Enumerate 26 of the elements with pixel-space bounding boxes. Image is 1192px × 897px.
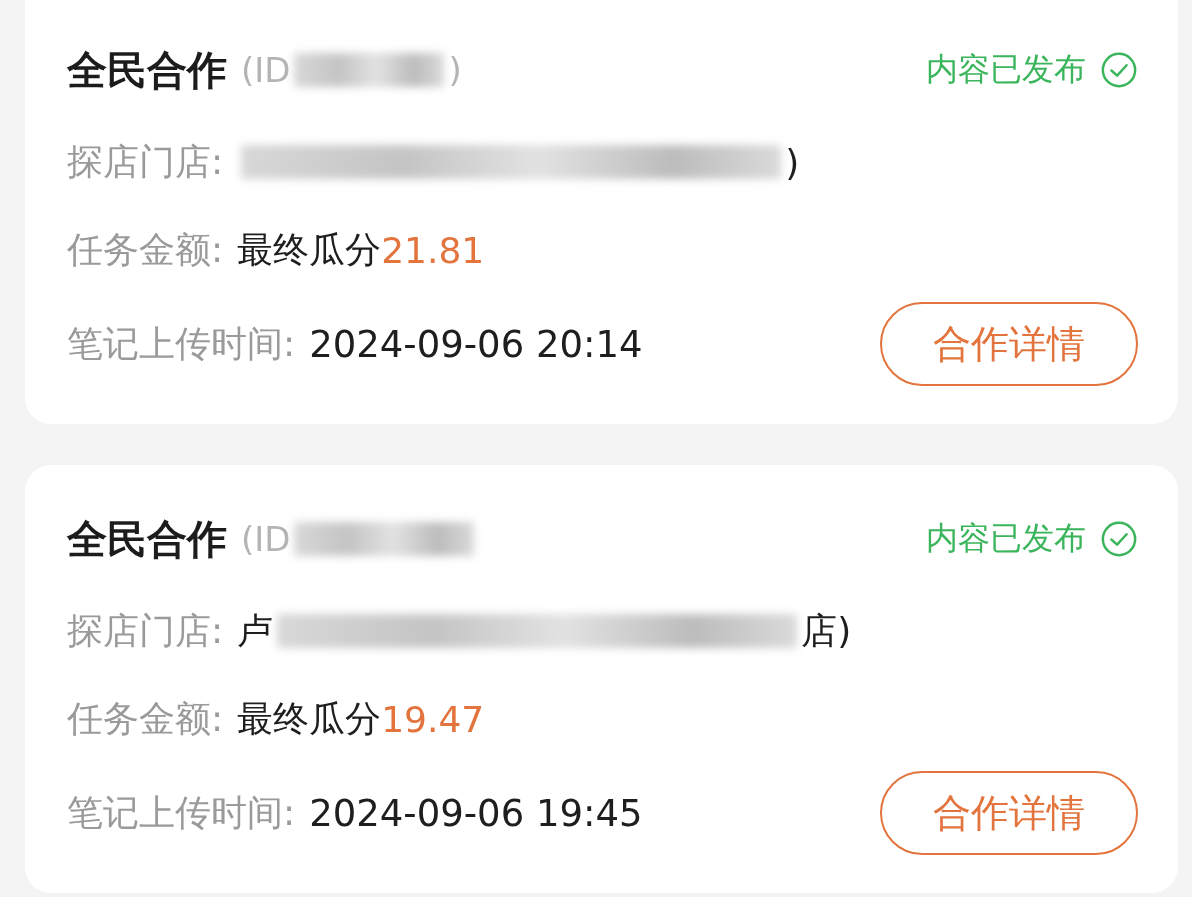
details-button[interactable]: 合作详情 (880, 302, 1138, 386)
field-label: 探店门店: (67, 608, 224, 653)
field-label: 笔记上传时间: (67, 790, 296, 835)
details-button[interactable]: 合作详情 (880, 771, 1138, 855)
status-text: 内容已发布 (926, 518, 1086, 559)
field-label: 任务金额: (67, 227, 224, 272)
card-title: 全民合作 (67, 45, 227, 95)
store-name: 卢 (237, 608, 274, 653)
check-circle-icon (1100, 520, 1138, 558)
field-label: 任务金额: (67, 696, 224, 741)
upload-time: 2024-09-06 20:14 (309, 322, 643, 366)
status-text: 内容已发布 (926, 49, 1086, 90)
amount-text: 最终瓜分 (237, 696, 382, 741)
upload-time: 2024-09-06 19:45 (309, 791, 643, 835)
check-circle-icon (1100, 51, 1138, 89)
amount-value: 21.81 (381, 229, 485, 271)
amount-value: 19.47 (381, 698, 485, 740)
store-name: ) (785, 141, 800, 183)
card-title: 全民合作 (67, 514, 227, 564)
amount-text: 最终瓜分 (237, 227, 382, 272)
id-label: (ID (241, 50, 291, 90)
id-label: ) (448, 50, 462, 90)
id-label: (ID (241, 519, 291, 559)
field-label: 探店门店: (67, 139, 224, 184)
store-name: 店) (801, 608, 852, 653)
field-label: 笔记上传时间: (67, 321, 296, 366)
